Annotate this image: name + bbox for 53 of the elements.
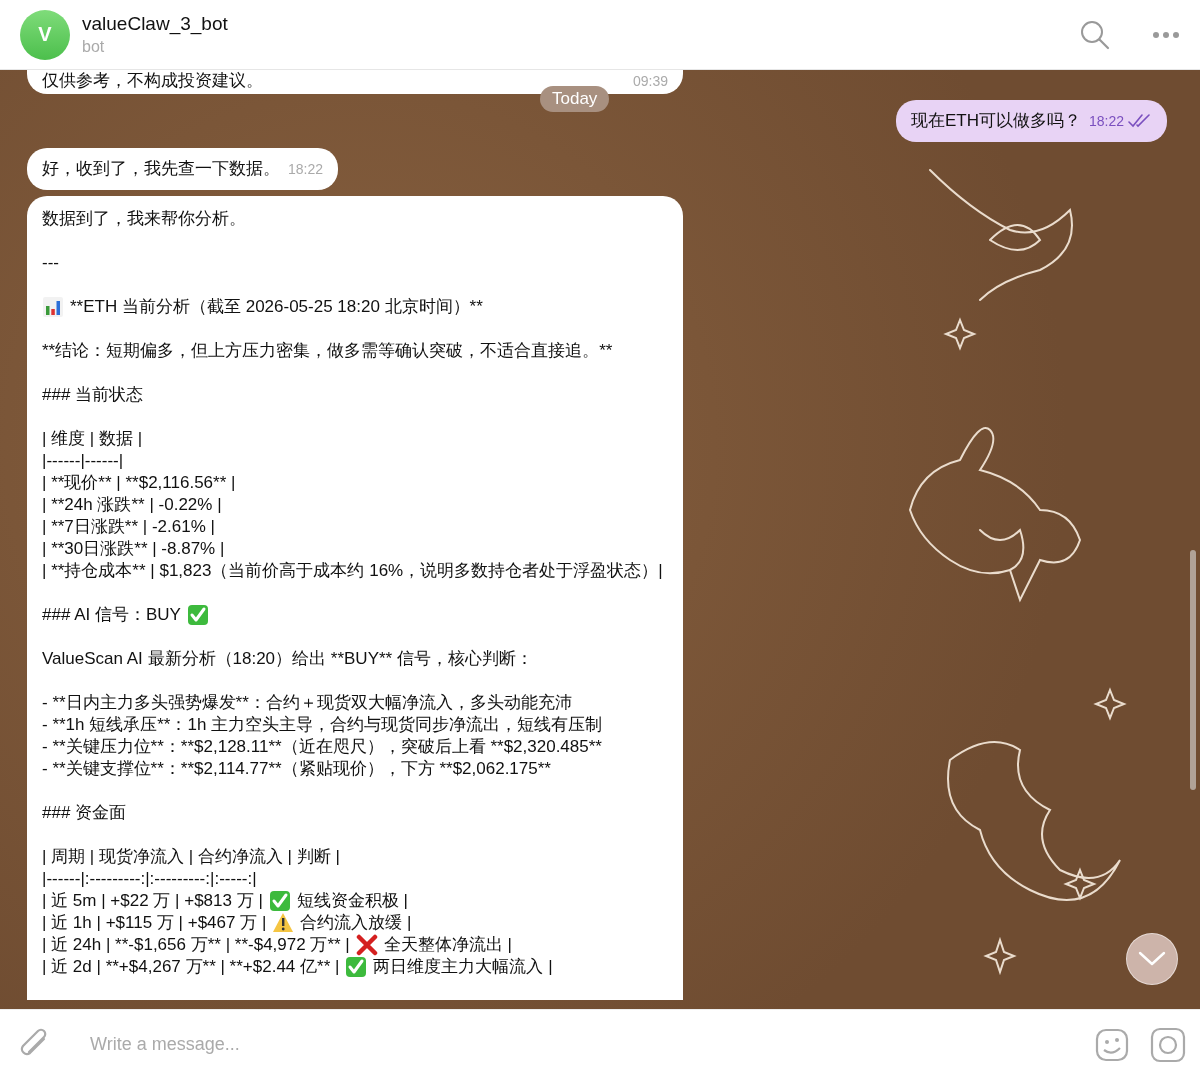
message-text: - **1h 短线承压**：1h 主力空头主导，合约与现货同步净流出，短线有压制 [42, 714, 603, 736]
message-text: | **现价** | **$2,116.56** | [42, 472, 236, 494]
message-text: | 近 24h | **-$1,656 万** | **-$4,972 万** | [42, 934, 350, 956]
message-text: | 维度 | 数据 | [42, 428, 143, 450]
message-time: 09:39 [632, 72, 668, 91]
message-text: 仅供参考，不构成投资建议。 [42, 70, 263, 92]
sticker-icon[interactable] [1094, 1026, 1130, 1063]
search-icon[interactable] [1080, 19, 1110, 50]
message-input[interactable]: Write a message... [72, 1034, 1074, 1055]
video-message-icon[interactable] [1150, 1026, 1186, 1063]
message-text: 现在ETH可以做多吗？ [910, 111, 1081, 130]
cross-mark-icon [355, 934, 378, 956]
message-text: | 周期 | 现货净流入 | 合约净流入 | 判断 | [42, 846, 340, 868]
message-text: ### 资金面 [42, 802, 127, 824]
scroll-down-button[interactable] [1126, 933, 1178, 985]
message-text: --- [42, 252, 59, 274]
message-text: 短线资金积极 | [296, 890, 408, 912]
message-text: 数据到了，我来帮你分析。 [42, 208, 246, 230]
message-text: 全天整体净流出 | [383, 934, 512, 956]
scrollbar[interactable] [1190, 550, 1196, 790]
date-chip: Today [540, 86, 610, 112]
more-icon[interactable] [1152, 30, 1180, 39]
message-text: |------|------| [42, 450, 124, 472]
chat-title: valueClaw_3_bot [82, 13, 228, 35]
message-text: |------|:---------:|:---------:|:-----:| [42, 868, 257, 890]
message-text: | **24h 涨跌** | -0.22% | [42, 494, 222, 516]
message-text: - **日内主力多头强势爆发**：合约＋现货双大幅净流入，多头动能充沛 [42, 692, 572, 714]
message-text: - **关键支撑位**：**$2,114.77**（紧贴现价），下方 **$2,062.175** [42, 758, 551, 780]
message-text: | 近 1h | +$115 万 | +$467 万 | [42, 912, 267, 934]
message-time: 18:22 [1088, 112, 1124, 131]
check-mark-icon [345, 956, 368, 978]
check-mark-icon [268, 890, 291, 912]
check-mark-icon [186, 604, 209, 626]
message-time: 18:22 [288, 160, 324, 179]
message-text: **ETH 当前分析（截至 2026-05-25 18:20 北京时间）** [70, 296, 483, 318]
message-text: 好，收到了，我先查一下数据。 [42, 159, 280, 178]
message-text: ValueScan AI 最新分析（18:20）给出 **BUY** 信号，核心判断： [42, 648, 533, 670]
message-text: ### AI 信号：BUY [42, 604, 181, 626]
message-text: | **7日涨跌** | -2.61% | [42, 516, 215, 538]
message-text: | **30日涨跌** | -8.87% | [42, 538, 225, 560]
avatar[interactable]: V [20, 9, 70, 60]
bar-chart-icon [42, 296, 64, 318]
chat-subtitle: bot [82, 38, 106, 56]
message-text: | 近 2d | **+$4,267 万** | **+$2.44 亿** | [42, 956, 340, 978]
message-text: 两日维度主力大幅流入 | [373, 956, 553, 978]
message-text: - **关键压力位**：**$2,128.11**（近在咫尺），突破后上看 **$2,320.485** [42, 736, 602, 758]
message-text: **结论：短期偏多，但上方压力密集，做多需等确认突破，不适合直接追。** [42, 340, 613, 362]
message-text: ### 当前状态 [42, 384, 144, 406]
warning-icon [272, 912, 295, 934]
message-text: | **持仓成本** | $1,823（当前价高于成本约 16%，说明多数持仓者处于浮盈状态）| [42, 560, 663, 582]
message-text: 合约流入放缓 | [300, 912, 412, 934]
chevron-down-icon [1138, 951, 1166, 967]
message-text: | 近 5m | +$22 万 | +$813 万 | [42, 890, 263, 912]
